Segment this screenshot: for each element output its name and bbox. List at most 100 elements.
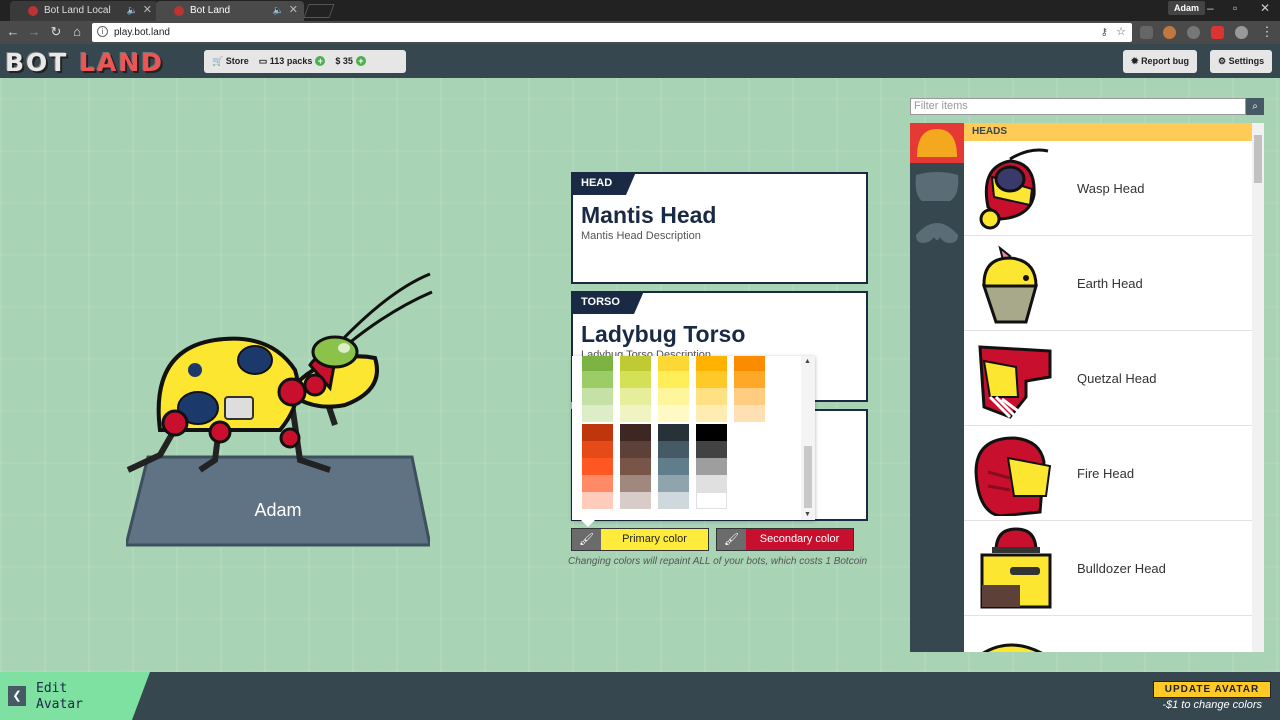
category-heads[interactable] <box>910 123 964 163</box>
reload-icon[interactable]: ↻ <box>47 23 65 41</box>
report-bug-button[interactable]: ✹ Report bug <box>1123 50 1198 73</box>
parts-list-scrollbar[interactable] <box>1252 123 1264 652</box>
color-swatch[interactable] <box>696 441 727 458</box>
color-swatch[interactable] <box>696 371 727 388</box>
palette-pointer <box>580 519 596 527</box>
primary-color-button[interactable]: 🖌 Primary color <box>571 528 709 551</box>
color-swatch[interactable] <box>620 475 651 492</box>
color-swatch[interactable] <box>658 388 689 405</box>
extension-cookie-icon[interactable] <box>1163 26 1176 39</box>
color-swatch[interactable] <box>696 475 727 492</box>
store-button[interactable]: 🛒 Store <box>212 56 249 66</box>
forward-icon[interactable]: → <box>25 23 43 41</box>
color-swatch[interactable] <box>734 356 765 371</box>
head-card[interactable]: HEAD Mantis Head Mantis Head Description <box>571 172 868 284</box>
color-swatch[interactable] <box>582 492 613 509</box>
color-swatch[interactable] <box>620 492 651 509</box>
color-swatch[interactable] <box>582 371 613 388</box>
list-item-bulldozer-head[interactable]: Bulldozer Head <box>964 521 1252 616</box>
color-swatch[interactable] <box>620 405 651 422</box>
extension-target-icon[interactable] <box>1235 26 1248 39</box>
palette-scroll-thumb[interactable] <box>804 446 812 508</box>
list-item-earth-head[interactable]: Earth Head <box>964 236 1252 331</box>
add-money-icon[interactable]: + <box>355 56 366 66</box>
color-swatch[interactable] <box>620 371 651 388</box>
color-swatch[interactable] <box>620 441 651 458</box>
palette-scrollbar[interactable]: ▲ ▼ <box>801 356 815 520</box>
color-swatch[interactable] <box>658 458 689 475</box>
window-close-icon[interactable]: ✕ <box>1260 0 1270 16</box>
color-swatch[interactable] <box>658 441 689 458</box>
color-swatch[interactable] <box>658 475 689 492</box>
color-swatch[interactable] <box>734 405 765 422</box>
color-swatch[interactable] <box>696 492 727 509</box>
browser-toolbar: ← → ↻ ⌂ i play.bot.land ⚷ ☆ ⋮ <box>0 21 1280 44</box>
color-swatch[interactable] <box>696 388 727 405</box>
color-swatch[interactable] <box>620 458 651 475</box>
color-swatch[interactable] <box>696 356 727 371</box>
minimize-icon[interactable]: – <box>1207 0 1214 16</box>
color-swatch[interactable] <box>734 371 765 388</box>
bookmark-star-icon[interactable]: ☆ <box>1116 23 1126 42</box>
category-legs[interactable] <box>910 211 964 251</box>
extension-ublock-icon[interactable] <box>1187 26 1200 39</box>
scroll-up-icon[interactable]: ▲ <box>804 358 811 365</box>
color-swatch[interactable] <box>658 405 689 422</box>
color-swatch[interactable] <box>582 405 613 422</box>
favicon-icon <box>28 6 38 16</box>
maximize-icon[interactable]: ▫ <box>1233 0 1237 16</box>
color-swatch[interactable] <box>620 424 651 441</box>
home-icon[interactable]: ⌂ <box>68 23 86 41</box>
back-icon[interactable]: ← <box>4 23 22 41</box>
color-swatch[interactable] <box>658 424 689 441</box>
color-swatch[interactable] <box>582 356 613 371</box>
color-swatch[interactable] <box>582 424 613 441</box>
color-swatch[interactable] <box>734 388 765 405</box>
parts-list-scroll-thumb[interactable] <box>1254 135 1262 183</box>
update-avatar-button[interactable]: UPDATE AVATAR <box>1153 681 1271 698</box>
settings-button[interactable]: ⚙ Settings <box>1210 50 1273 73</box>
add-packs-icon[interactable]: + <box>315 56 326 66</box>
close-tab-icon[interactable]: ✕ <box>289 1 298 20</box>
address-bar[interactable]: i play.bot.land ⚷ ☆ <box>92 23 1132 42</box>
browser-menu-icon[interactable]: ⋮ <box>1258 23 1276 41</box>
list-item-partial[interactable] <box>964 616 1252 652</box>
color-swatch[interactable] <box>582 388 613 405</box>
secondary-color-button[interactable]: 🖌 Secondary color <box>716 528 854 551</box>
color-swatch[interactable] <box>582 441 613 458</box>
list-item-quetzal-head[interactable]: Quetzal Head <box>964 331 1252 426</box>
color-swatch[interactable] <box>620 356 651 371</box>
color-swatch[interactable] <box>582 458 613 475</box>
search-icon[interactable]: ⌕ <box>1246 98 1264 115</box>
info-icon[interactable]: i <box>97 26 108 37</box>
close-tab-icon[interactable]: ✕ <box>143 1 152 20</box>
money-button[interactable]: $ 35 + <box>335 56 366 66</box>
category-torsos[interactable] <box>910 167 964 207</box>
browser-tab-botland[interactable]: Bot Land 🔈 ✕ <box>156 1 304 21</box>
browser-user-chip[interactable]: Adam <box>1168 1 1206 15</box>
secondary-color-label: Secondary color <box>746 529 853 550</box>
gear-icon: ⚙ <box>1218 56 1227 66</box>
extension-recycle-icon[interactable] <box>1140 26 1153 39</box>
helmet-icon <box>917 129 957 157</box>
browser-tab-local[interactable]: Bot Land Local 🔈 ✕ <box>10 1 158 21</box>
tab-label: Bot Land Local <box>44 5 111 16</box>
color-swatch[interactable] <box>582 475 613 492</box>
color-swatch[interactable] <box>696 458 727 475</box>
color-swatch[interactable] <box>620 388 651 405</box>
list-item-fire-head[interactable]: Fire Head <box>964 426 1252 521</box>
color-swatch[interactable] <box>696 424 727 441</box>
item-name: Quetzal Head <box>1077 371 1157 386</box>
color-swatch[interactable] <box>658 492 689 509</box>
packs-button[interactable]: ▭ 113 packs + <box>259 56 326 66</box>
filter-input[interactable]: Filter items <box>910 98 1246 115</box>
color-swatch[interactable] <box>658 356 689 371</box>
color-swatch[interactable] <box>658 371 689 388</box>
color-swatch[interactable] <box>696 405 727 422</box>
back-arrow-icon[interactable]: ❮ <box>8 686 26 706</box>
extension-red-icon[interactable] <box>1211 26 1224 39</box>
key-icon[interactable]: ⚷ <box>1101 23 1108 42</box>
new-tab-button[interactable] <box>303 4 335 18</box>
list-item-wasp-head[interactable]: Wasp Head <box>964 141 1252 236</box>
scroll-down-icon[interactable]: ▼ <box>804 511 811 518</box>
